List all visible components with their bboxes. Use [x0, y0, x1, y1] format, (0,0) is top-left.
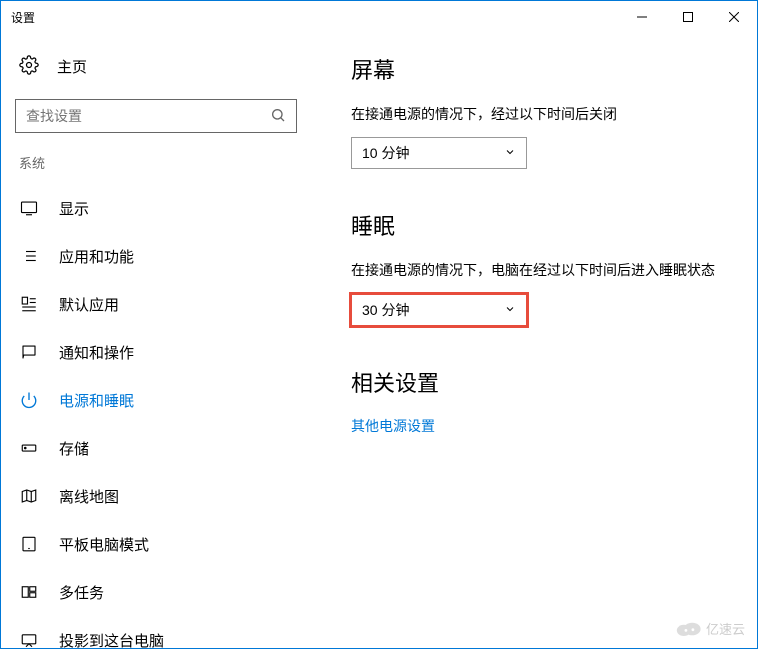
sidebar-item-default-apps[interactable]: 默认应用 — [1, 280, 311, 328]
sidebar-item-label: 应用和功能 — [59, 246, 134, 267]
chevron-down-icon — [504, 145, 516, 161]
sidebar-item-apps[interactable]: 应用和功能 — [1, 232, 311, 280]
sidebar-item-offline-maps[interactable]: 离线地图 — [1, 472, 311, 520]
window-controls — [619, 1, 757, 33]
category-label: 系统 — [1, 153, 311, 184]
notification-icon — [19, 343, 39, 361]
main-panel: 屏幕 在接通电源的情况下，经过以下时间后关闭 10 分钟 睡眠 在接通电源的情况… — [311, 33, 757, 648]
sidebar-item-multitask[interactable]: 多任务 — [1, 568, 311, 616]
close-button[interactable] — [711, 1, 757, 33]
sleep-label: 在接通电源的情况下，电脑在经过以下时间后进入睡眠状态 — [351, 259, 727, 281]
sidebar-item-label: 离线地图 — [59, 486, 119, 507]
gear-icon — [19, 55, 39, 78]
storage-icon — [19, 439, 39, 457]
sidebar-item-label: 多任务 — [59, 582, 104, 603]
sidebar-item-label: 电源和睡眠 — [59, 390, 134, 411]
sidebar-item-tablet-mode[interactable]: 平板电脑模式 — [1, 520, 311, 568]
screen-section-title: 屏幕 — [351, 53, 727, 85]
sidebar-item-label: 显示 — [59, 198, 89, 219]
search-input[interactable] — [26, 108, 270, 124]
sidebar-item-notifications[interactable]: 通知和操作 — [1, 328, 311, 376]
list-icon — [19, 247, 39, 265]
sidebar-item-projecting[interactable]: 投影到这台电脑 — [1, 616, 311, 664]
screen-off-label: 在接通电源的情况下，经过以下时间后关闭 — [351, 103, 727, 125]
search-box[interactable] — [15, 99, 297, 133]
sidebar-item-label: 通知和操作 — [59, 342, 134, 363]
sidebar-item-label: 存储 — [59, 438, 89, 459]
map-icon — [19, 487, 39, 505]
sidebar: 主页 系统 显示 应用和功能 — [1, 33, 311, 648]
maximize-button[interactable] — [665, 1, 711, 33]
screen-off-dropdown[interactable]: 10 分钟 — [351, 137, 527, 169]
dropdown-value: 30 分钟 — [362, 300, 504, 320]
sidebar-item-display[interactable]: 显示 — [1, 184, 311, 232]
window-title: 设置 — [11, 9, 35, 26]
monitor-icon — [19, 199, 39, 217]
multitask-icon — [19, 583, 39, 601]
watermark: 亿速云 — [674, 619, 745, 638]
sidebar-item-label: 投影到这台电脑 — [59, 630, 164, 651]
sleep-dropdown[interactable]: 30 分钟 — [351, 294, 527, 326]
tablet-icon — [19, 535, 39, 553]
sidebar-item-label: 默认应用 — [59, 294, 119, 315]
dropdown-value: 10 分钟 — [362, 143, 504, 163]
titlebar: 设置 — [1, 1, 757, 33]
default-apps-icon — [19, 295, 39, 313]
sidebar-item-power-sleep[interactable]: 电源和睡眠 — [1, 376, 311, 424]
sidebar-item-storage[interactable]: 存储 — [1, 424, 311, 472]
sleep-section-title: 睡眠 — [351, 209, 727, 241]
power-icon — [19, 391, 39, 409]
search-icon — [270, 107, 286, 126]
watermark-text: 亿速云 — [706, 619, 745, 638]
other-power-settings-link[interactable]: 其他电源设置 — [351, 416, 727, 436]
minimize-button[interactable] — [619, 1, 665, 33]
nav-list: 显示 应用和功能 默认应用 通知和操作 — [1, 184, 311, 664]
home-label: 主页 — [57, 56, 87, 77]
home-button[interactable]: 主页 — [1, 43, 311, 89]
related-section-title: 相关设置 — [351, 366, 727, 398]
chevron-down-icon — [504, 302, 516, 318]
sidebar-item-label: 平板电脑模式 — [59, 534, 149, 555]
projecting-icon — [19, 631, 39, 649]
